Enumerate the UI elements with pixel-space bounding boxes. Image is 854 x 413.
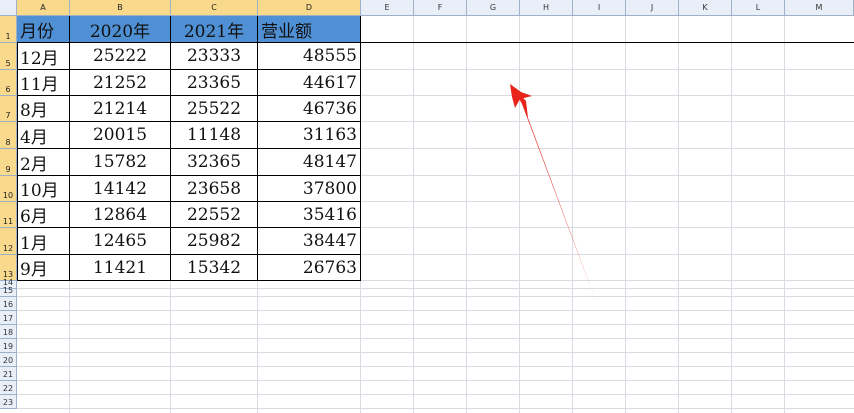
red-arrow-icon [510,84,597,304]
spreadsheet: A B C D E F G H I J K L M 1 5 6 7 8 9 10… [0,0,854,413]
